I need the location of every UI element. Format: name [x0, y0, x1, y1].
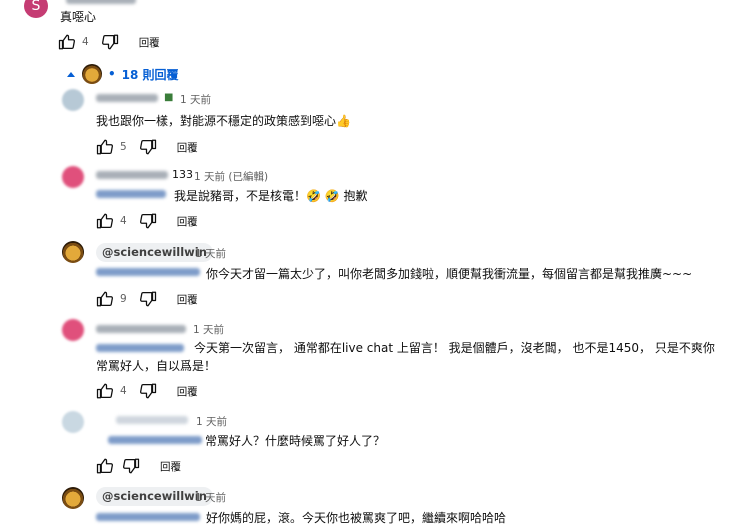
thumbs-down-icon[interactable] [139, 212, 157, 230]
comment-actions: 4 回覆 [58, 33, 160, 51]
reply-text: 常罵好人？什麼時候罵了好人了？ [205, 434, 386, 448]
reply-button[interactable]: 回覆 [177, 214, 198, 229]
username-suffix: 133 [172, 168, 193, 181]
reply-text: 好你媽的屁，滾。今天你也被罵爽了吧，繼續來啊哈哈哈 [206, 511, 507, 525]
thumbs-up-icon[interactable] [96, 138, 114, 156]
thumbs-up-icon[interactable] [96, 290, 114, 308]
blurred-username[interactable] [116, 416, 188, 424]
reply-actions: 5 回覆 [96, 138, 198, 156]
dot-separator: • [108, 67, 116, 81]
reply-time: 1 天前 [195, 492, 227, 504]
reply-actions: 回覆 [96, 457, 181, 475]
blurred-mention[interactable] [96, 190, 166, 198]
reply-text: 我是說豬哥，不是核電！🤣 🤣 抱歉 [174, 189, 368, 203]
creator-avatar [82, 64, 102, 84]
reply-button[interactable]: 回覆 [177, 292, 198, 307]
thumbs-down-icon[interactable] [101, 33, 119, 51]
like-count: 4 [120, 385, 127, 397]
thumbs-up-icon[interactable] [96, 382, 114, 400]
blurred-mention[interactable] [108, 436, 202, 444]
reply-time: 1 天前 [180, 94, 212, 106]
blurred-mention[interactable] [96, 268, 200, 276]
creator-avatar[interactable] [62, 487, 84, 509]
reply-time: 1 天前 (已編輯) [194, 171, 269, 183]
blurred-username[interactable] [96, 94, 158, 102]
reply-text: 今天第一次留言， 通常都在live chat 上留言！ 我是個體戶，沒老闆， 也… [96, 341, 715, 373]
thumbs-down-icon[interactable] [139, 290, 157, 308]
reply-button[interactable]: 回覆 [160, 459, 181, 474]
user-avatar[interactable] [62, 166, 84, 188]
blurred-mention[interactable] [96, 513, 200, 521]
thumbs-down-icon[interactable] [139, 382, 157, 400]
reply-button[interactable]: 回覆 [139, 35, 160, 50]
reply-actions: 4 回覆 [96, 212, 198, 230]
reply-time: 1 天前 [193, 324, 225, 336]
reply-button[interactable]: 回覆 [177, 140, 198, 155]
blurred-username[interactable] [96, 325, 186, 333]
reply-actions: 9 回覆 [96, 290, 198, 308]
comment-text: 真噁心 [60, 10, 97, 24]
chevron-up-icon [66, 70, 76, 78]
user-avatar[interactable] [62, 89, 84, 111]
thumbs-down-icon[interactable] [139, 138, 157, 156]
reply-text: 你今天才留一篇太少了，叫你老闆多加錢啦，順便幫我衝流量，每個留言都是幫我推廣~~… [206, 267, 693, 281]
reply-text: 我也跟你一樣，對能源不穩定的政策感到噁心👍 [96, 114, 351, 128]
member-badge-icon: ■ [164, 92, 174, 103]
thumbs-up-icon[interactable] [58, 33, 76, 51]
thumbs-down-icon[interactable] [122, 457, 140, 475]
creator-avatar[interactable] [62, 241, 84, 263]
blurred-username[interactable] [66, 0, 136, 4]
reply-time: 1 天前 [196, 416, 228, 428]
reply-actions: 4 回覆 [96, 382, 198, 400]
user-avatar[interactable] [62, 319, 84, 341]
replies-toggle[interactable]: • 18 則回覆 [66, 64, 179, 84]
like-count: 9 [120, 293, 127, 305]
reply-time: 1 天前 [195, 248, 227, 260]
thumbs-up-icon[interactable] [96, 457, 114, 475]
user-avatar[interactable]: S [24, 0, 48, 18]
reply-count-label: 18 則回覆 [121, 67, 179, 82]
reply-button[interactable]: 回覆 [177, 384, 198, 399]
like-count: 5 [120, 141, 127, 153]
thumbs-up-icon[interactable] [96, 212, 114, 230]
avatar-letter: S [31, 0, 41, 14]
user-avatar[interactable] [62, 411, 84, 433]
like-count: 4 [120, 215, 127, 227]
like-count: 4 [82, 36, 89, 48]
blurred-username[interactable] [96, 171, 168, 179]
